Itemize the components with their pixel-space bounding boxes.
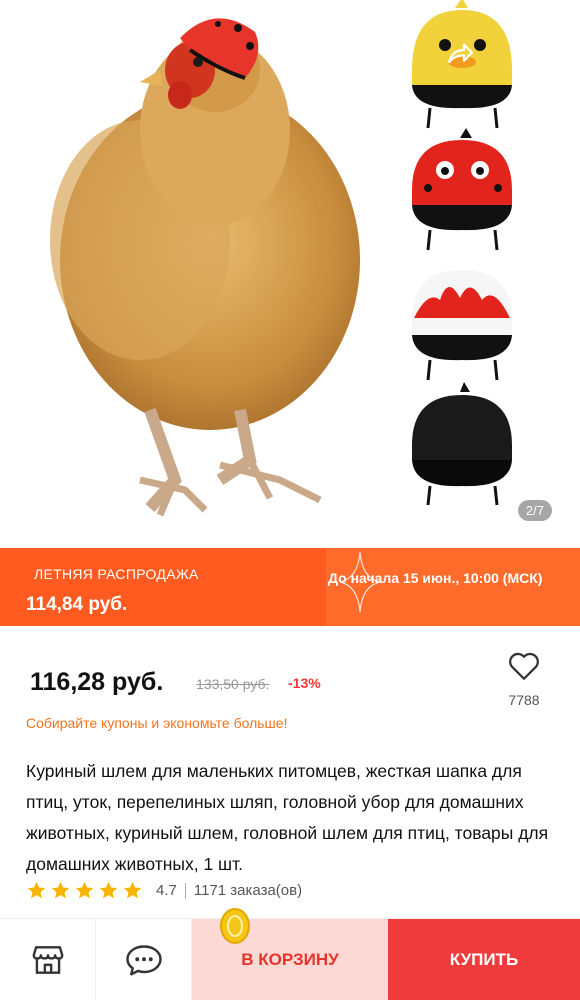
product-title: Куриный шлем для маленьких питомцев, жес… <box>26 761 549 874</box>
old-price: 133,50 руб. <box>196 676 270 692</box>
buy-now-button[interactable]: КУПИТЬ <box>388 919 580 1000</box>
store-icon <box>32 946 63 974</box>
sale-start-time: До начала 15 июн., 10:00 (МСК) <box>328 570 543 586</box>
image-counter: 2/7 <box>517 500 552 521</box>
star-icon <box>75 881 94 899</box>
store-button[interactable] <box>0 919 96 1000</box>
favorite-button[interactable] <box>504 646 544 686</box>
back-button[interactable] <box>24 34 64 74</box>
more-icon <box>537 42 543 66</box>
current-price: 116,28 руб. <box>30 668 164 696</box>
rating-row[interactable]: 4.7 1171 заказа(ов) <box>26 880 302 901</box>
product-image-gallery[interactable]: 2/7 <box>0 0 580 548</box>
star-icon <box>27 881 46 899</box>
share-button[interactable] <box>440 34 480 74</box>
star-icon <box>51 881 70 899</box>
rating-value: 4.7 <box>156 882 177 899</box>
more-button[interactable] <box>520 34 560 74</box>
heart-icon <box>509 652 539 680</box>
sale-title: ЛЕТНЯЯ РАСПРОДАЖА <box>34 566 199 582</box>
cart-icon <box>357 41 387 68</box>
bottom-action-bar: В КОРЗИНУ КУПИТЬ <box>0 918 580 1000</box>
discount-badge: -13% <box>288 675 321 691</box>
divider <box>184 882 186 899</box>
chat-icon <box>125 945 162 976</box>
star-icon <box>123 881 142 899</box>
share-icon <box>448 43 474 64</box>
star-icon <box>99 881 118 899</box>
coin-icon <box>220 908 250 944</box>
cart-button[interactable] <box>352 34 392 74</box>
favorites-count: 7788 <box>508 692 540 708</box>
product-page: 2/7 ЛЕТНЯЯ РАСПРОДАЖА 114,84 руб. До нач… <box>0 0 580 1000</box>
orders-count: 1171 заказа(ов) <box>193 882 303 899</box>
product-image-hen <box>50 18 360 517</box>
coupon-link[interactable]: Собирайте купоны и экономьте больше! <box>26 715 287 731</box>
chat-button[interactable] <box>96 919 192 1000</box>
back-arrow-icon <box>32 43 56 65</box>
product-image-helmets <box>412 0 512 506</box>
sale-price: 114,84 руб. <box>26 594 128 615</box>
